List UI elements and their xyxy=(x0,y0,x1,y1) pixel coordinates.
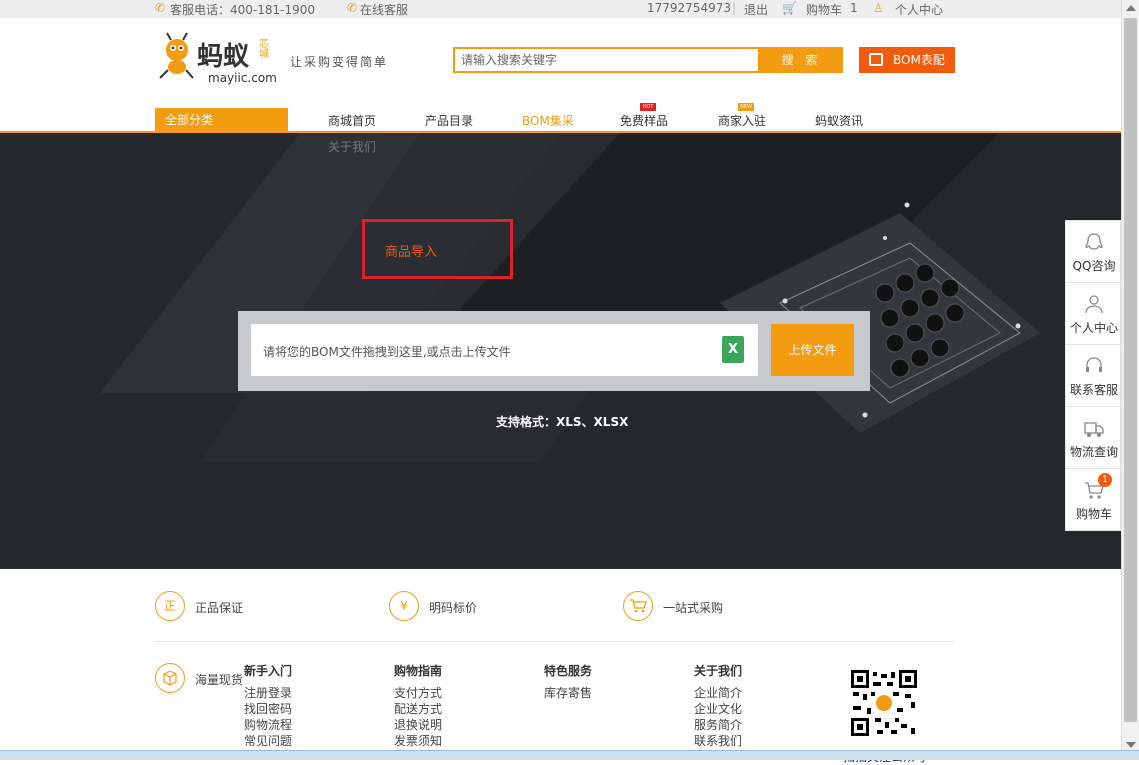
qr-code xyxy=(849,668,919,738)
all-categories-button[interactable]: 全部分类 xyxy=(155,108,288,132)
footer-link[interactable]: 服务简介 xyxy=(694,717,742,733)
separator: | xyxy=(732,1,737,15)
footer-col-about: 关于我们 企业简介 企业文化 服务简介 联系我们 xyxy=(694,662,742,749)
new-badge: NEW xyxy=(738,103,754,111)
nav-item-samples[interactable]: HOT 免费样品 xyxy=(620,103,669,129)
footer-link[interactable]: 注册登录 xyxy=(244,685,292,701)
headset-icon xyxy=(1086,357,1102,372)
divider xyxy=(155,641,955,642)
supported-formats: 支持格式：XLS、XLSX xyxy=(496,415,629,429)
upload-panel: 请将您的BOM文件拖拽到这里,或点击上传文件 X 上传文件 xyxy=(238,311,870,391)
nav-item-catalog[interactable]: 产品目录 xyxy=(425,112,473,129)
footer-col-title: 新手入门 xyxy=(244,664,293,678)
sidebar-label: QQ咨询 xyxy=(1072,259,1116,273)
nav-item-merchant[interactable]: NEW 商家入驻 xyxy=(718,103,767,129)
footer-col-title: 关于我们 xyxy=(694,664,743,678)
footer-col-title: 购物指南 xyxy=(394,664,443,678)
logout-link[interactable]: 退出 xyxy=(744,1,768,18)
product-import-highlight: 商品导入 xyxy=(362,219,513,279)
sidebar-item-qq[interactable]: QQ咨询 xyxy=(1066,221,1122,283)
hot-badge: HOT xyxy=(640,103,656,111)
qr-code-image xyxy=(849,668,919,738)
checklist-icon xyxy=(869,53,883,66)
footer-col-newbie: 新手入门 注册登录 找回密码 购物流程 常见问题 xyxy=(244,662,292,749)
top-bar: ✆ 客服电话：400-181-1900 ✆ 在线客服 17792754973 |… xyxy=(0,0,1121,18)
cart-outline-icon xyxy=(623,591,653,621)
footer-link[interactable]: 发票须知 xyxy=(394,733,442,749)
footer-link[interactable]: 支付方式 xyxy=(394,685,442,701)
excel-file-icon: X xyxy=(722,336,744,363)
footer-col-guide: 购物指南 支付方式 配送方式 退换说明 发票须知 xyxy=(394,662,442,749)
sidebar-label: 联系客服 xyxy=(1069,383,1118,397)
site-logo[interactable]: 蚂蚁 芯城 mayiic.com xyxy=(155,30,285,90)
sidebar-label: 购物车 xyxy=(1075,507,1112,521)
footer-link[interactable]: 企业文化 xyxy=(694,701,742,717)
footer-link[interactable]: 库存寄售 xyxy=(544,685,592,701)
upload-hint: 请将您的BOM文件拖拽到这里,或点击上传文件 xyxy=(263,345,511,359)
scroll-down-arrow-icon[interactable] xyxy=(1126,742,1136,748)
floating-sidebar: QQ咨询 个人中心 联系客服 物流查询 1 购物车 xyxy=(1065,220,1122,531)
footer-col-services: 特色服务 库存寄售 xyxy=(544,662,592,701)
sidebar-item-logistics[interactable]: 物流查询 xyxy=(1066,407,1122,469)
cart-icon[interactable]: 🛒 xyxy=(782,1,797,15)
main-nav: 全部分类 商城首页 产品目录 BOM集采 HOT 免费样品 NEW 商家入驻 蚂… xyxy=(0,103,1121,133)
person-icon: ♙ xyxy=(873,1,884,15)
upload-file-button[interactable]: 上传文件 xyxy=(771,324,854,376)
feature-label: 一站式采购 xyxy=(663,601,724,615)
search-input[interactable]: 请输入搜索关键字 xyxy=(453,47,760,73)
footer-link[interactable]: 常见问题 xyxy=(244,733,292,749)
truck-icon xyxy=(1084,422,1104,437)
chat-icon: ✆ xyxy=(347,1,358,15)
nav-item-label: 免费样品 xyxy=(620,114,669,128)
hero-banner: 商品导入 请将您的BOM文件拖拽到这里,或点击上传文件 X 上传文件 支持格式：… xyxy=(0,133,1121,569)
yen-icon: ¥ xyxy=(389,591,419,621)
service-phone: 客服电话：400-181-1900 xyxy=(170,3,316,17)
logo-subtext: 芯城 xyxy=(259,39,269,60)
scrollbar-thumb[interactable] xyxy=(1124,18,1137,722)
nav-item-about[interactable]: 关于我们 xyxy=(328,138,376,155)
user-phone: 17792754973 xyxy=(647,1,731,15)
feature-label: 正品保证 xyxy=(195,601,244,615)
feature-label: 明码标价 xyxy=(429,601,478,615)
cart-link[interactable]: 购物车 xyxy=(806,1,842,18)
os-taskbar xyxy=(0,750,1139,760)
nav-item-home[interactable]: 商城首页 xyxy=(328,112,376,129)
product-import-label[interactable]: 商品导入 xyxy=(385,241,437,260)
personal-center-link[interactable]: 个人中心 xyxy=(895,1,943,18)
bom-button-label: BOM表配 xyxy=(893,53,945,67)
qq-icon xyxy=(1085,233,1103,250)
phone-icon: ✆ xyxy=(155,1,166,15)
footer-link[interactable]: 找回密码 xyxy=(244,701,292,717)
logo-domain: mayiic.com xyxy=(208,71,277,85)
sidebar-item-cart[interactable]: 1 购物车 xyxy=(1066,469,1122,531)
cart-badge: 1 xyxy=(1098,473,1112,487)
footer-link[interactable]: 企业简介 xyxy=(694,685,742,701)
bom-button[interactable]: BOM表配 xyxy=(859,47,955,73)
footer-link[interactable]: 配送方式 xyxy=(394,701,442,717)
scrollbar[interactable] xyxy=(1121,0,1139,760)
sidebar-item-service[interactable]: 联系客服 xyxy=(1066,345,1122,407)
footer-link[interactable]: 联系我们 xyxy=(694,733,742,749)
nav-item-news[interactable]: 蚂蚁资讯 xyxy=(815,112,863,129)
file-drop-zone[interactable]: 请将您的BOM文件拖拽到这里,或点击上传文件 X xyxy=(251,324,758,376)
box-icon xyxy=(155,663,185,693)
logo-text: 蚂蚁 xyxy=(197,42,250,72)
user-icon xyxy=(1085,295,1103,314)
nav-item-label: 商家入驻 xyxy=(718,114,767,128)
nav-item-bom[interactable]: BOM集采 xyxy=(522,112,574,129)
footer-link[interactable]: 购物流程 xyxy=(244,717,292,733)
search-button[interactable]: 搜 索 xyxy=(760,47,843,73)
online-service-link[interactable]: 在线客服 xyxy=(360,1,408,18)
genuine-icon: 正 xyxy=(155,591,185,621)
footer-link[interactable]: 退换说明 xyxy=(394,717,442,733)
cart-count: 1 xyxy=(850,1,858,15)
sidebar-label: 物流查询 xyxy=(1069,445,1118,459)
sidebar-item-personal[interactable]: 个人中心 xyxy=(1066,283,1122,345)
scroll-up-arrow-icon[interactable] xyxy=(1126,5,1136,11)
footer-col-title: 特色服务 xyxy=(544,664,593,678)
sidebar-label: 个人中心 xyxy=(1069,321,1118,335)
slogan: 让采购变得简单 xyxy=(290,55,389,69)
feature-label: 海量现货 xyxy=(195,673,244,687)
